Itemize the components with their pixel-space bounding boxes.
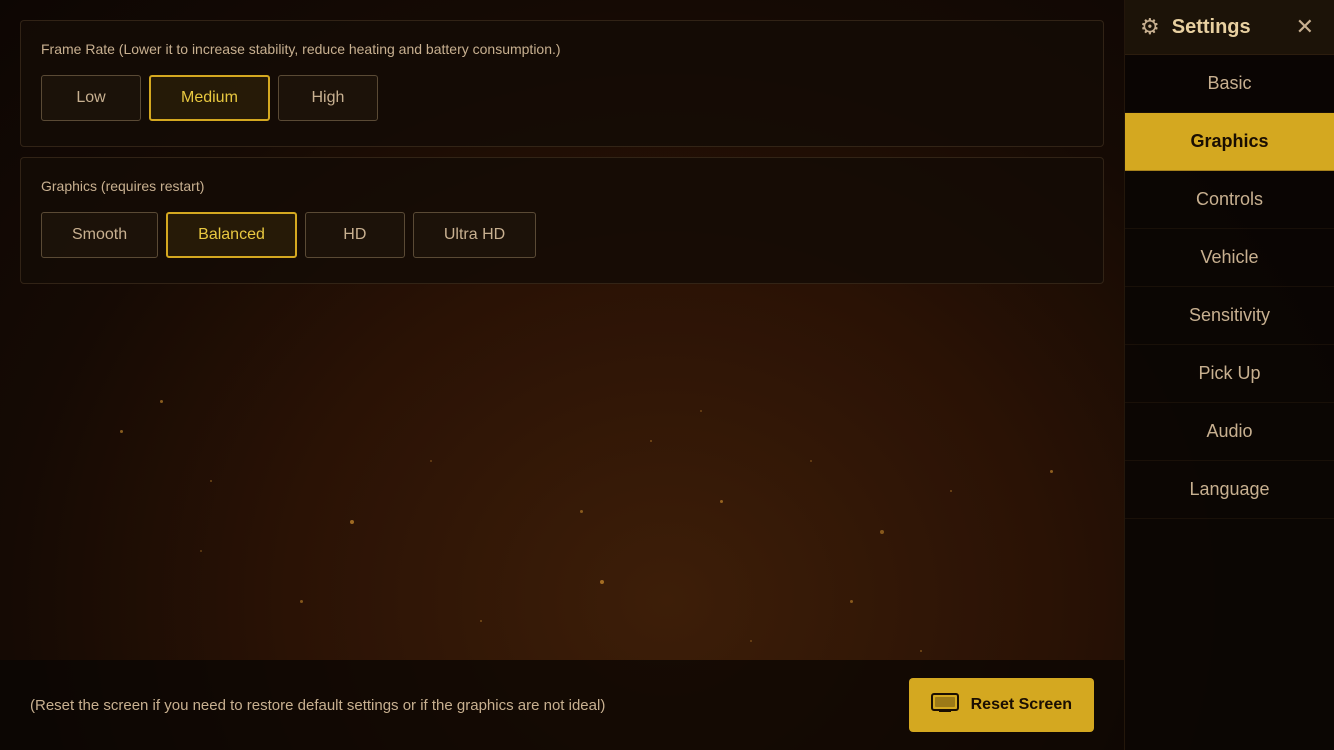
content-area: Frame Rate (Lower it to increase stabili…: [0, 0, 1124, 750]
sidebar-item-language[interactable]: Language: [1125, 461, 1334, 519]
frame-rate-low-button[interactable]: Low: [41, 75, 141, 121]
sidebar-item-basic[interactable]: Basic: [1125, 55, 1334, 113]
reset-screen-button[interactable]: Reset Screen: [909, 678, 1094, 732]
frame-rate-medium-button[interactable]: Medium: [149, 75, 270, 121]
frame-rate-label: Frame Rate (Lower it to increase stabili…: [41, 41, 1083, 57]
frame-rate-panel: Frame Rate (Lower it to increase stabili…: [20, 20, 1104, 147]
gear-icon: ⚙: [1140, 14, 1160, 40]
bottom-hint: (Reset the screen if you need to restore…: [30, 697, 605, 714]
sidebar-item-controls[interactable]: Controls: [1125, 171, 1334, 229]
reset-label: Reset Screen: [971, 696, 1072, 714]
sidebar-item-audio[interactable]: Audio: [1125, 403, 1334, 461]
graphics-panel: Graphics (requires restart) Smooth Balan…: [20, 157, 1104, 284]
settings-title: Settings: [1172, 16, 1251, 39]
graphics-smooth-button[interactable]: Smooth: [41, 212, 158, 258]
graphics-ultrahd-button[interactable]: Ultra HD: [413, 212, 536, 258]
sidebar-items: Basic Graphics Controls Vehicle Sensitiv…: [1125, 55, 1334, 750]
sidebar-header: ⚙ Settings ✕: [1125, 0, 1334, 55]
graphics-hd-button[interactable]: HD: [305, 212, 405, 258]
graphics-buttons: Smooth Balanced HD Ultra HD: [41, 212, 1083, 258]
graphics-label: Graphics (requires restart): [41, 178, 1083, 194]
sidebar: ⚙ Settings ✕ Basic Graphics Controls Veh…: [1124, 0, 1334, 750]
sidebar-item-pickup[interactable]: Pick Up: [1125, 345, 1334, 403]
graphics-balanced-button[interactable]: Balanced: [166, 212, 297, 258]
reset-icon: [931, 692, 959, 718]
bottom-bar: (Reset the screen if you need to restore…: [0, 660, 1124, 750]
sidebar-item-vehicle[interactable]: Vehicle: [1125, 229, 1334, 287]
close-button[interactable]: ✕: [1291, 9, 1319, 45]
sidebar-item-sensitivity[interactable]: Sensitivity: [1125, 287, 1334, 345]
sidebar-item-graphics[interactable]: Graphics: [1125, 113, 1334, 171]
frame-rate-high-button[interactable]: High: [278, 75, 378, 121]
frame-rate-buttons: Low Medium High: [41, 75, 1083, 121]
